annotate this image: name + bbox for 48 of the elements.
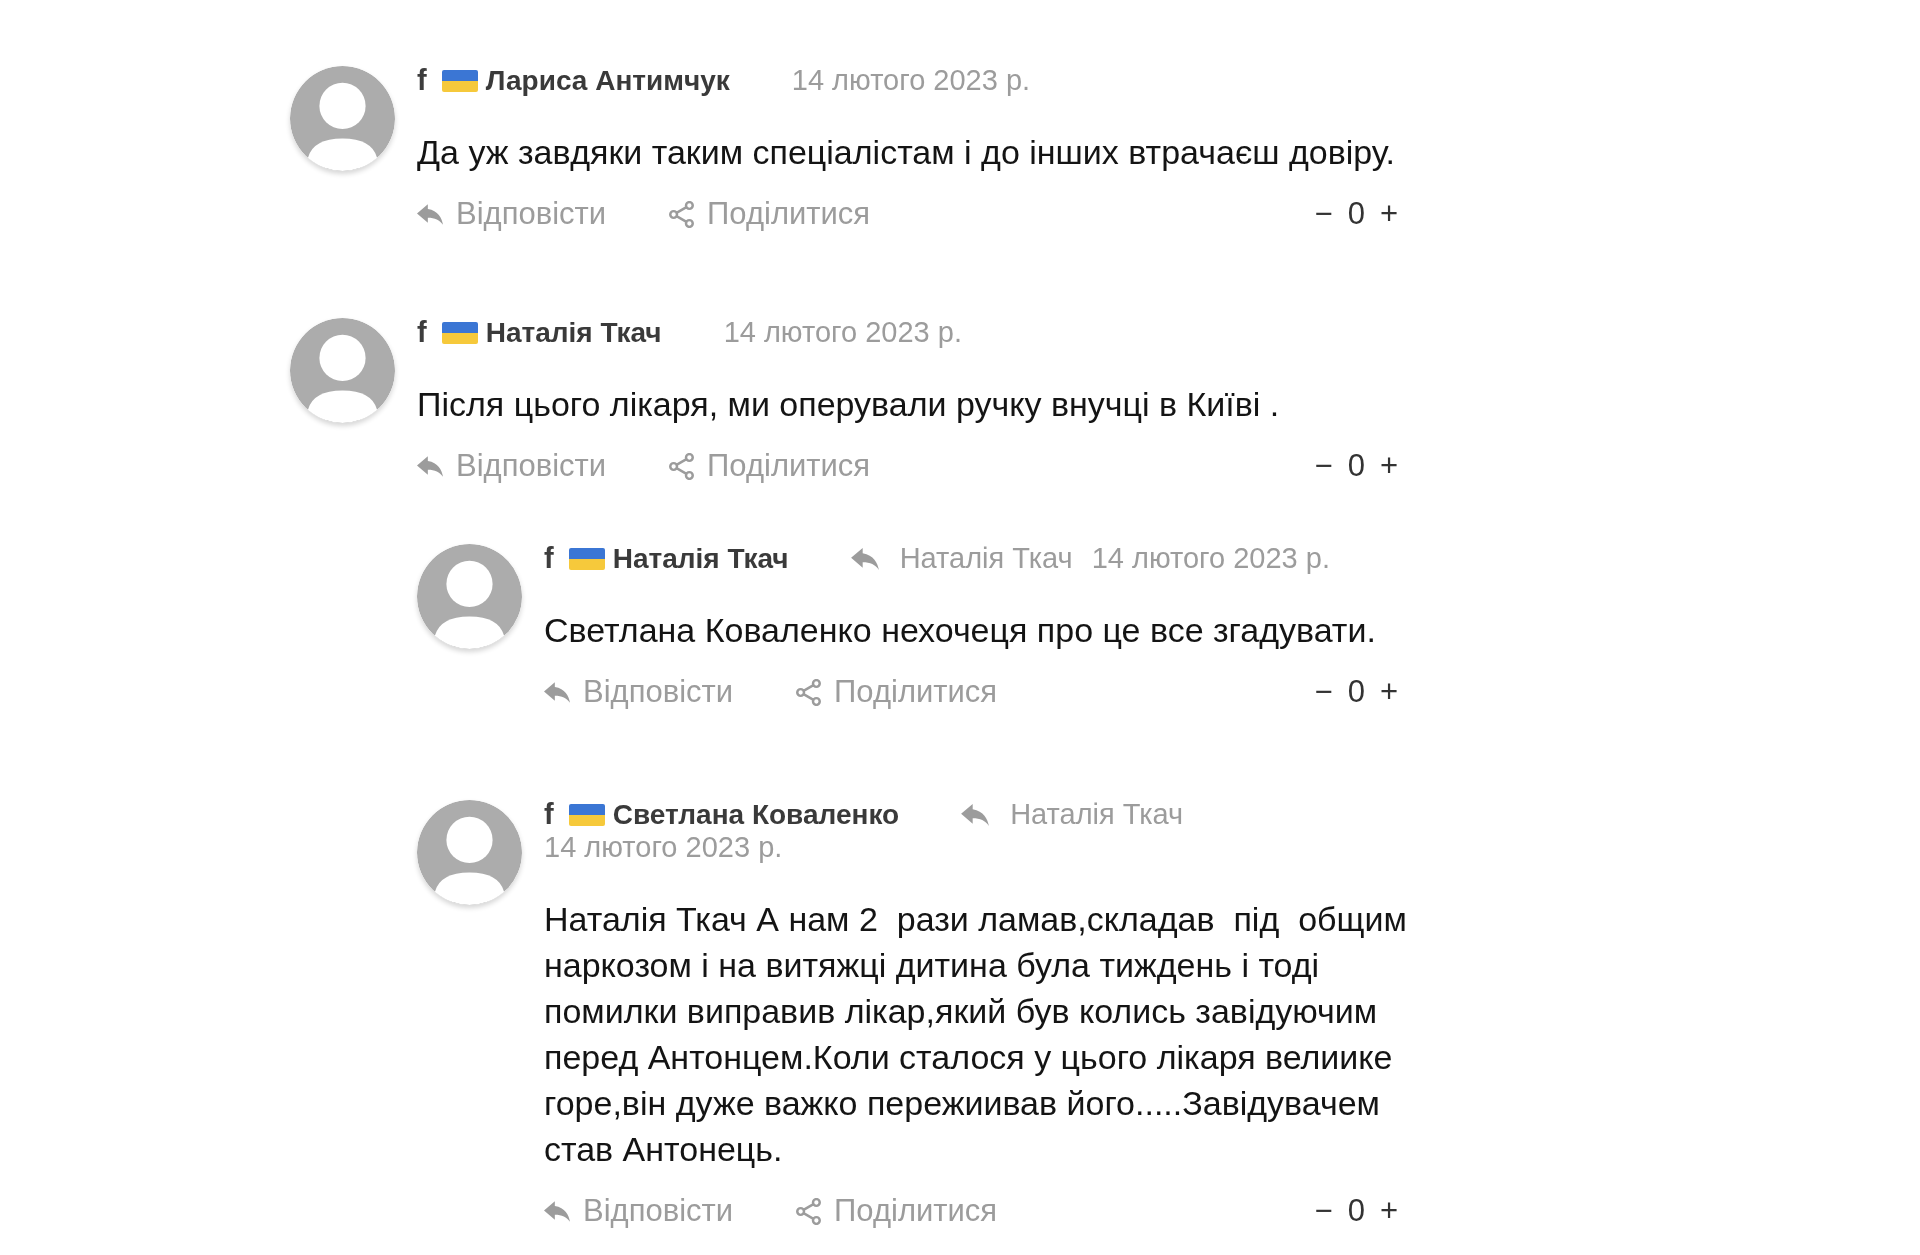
- reply-icon: [544, 681, 570, 703]
- downvote-button[interactable]: −: [1314, 448, 1333, 484]
- upvote-button[interactable]: +: [1379, 674, 1398, 710]
- downvote-button[interactable]: −: [1314, 674, 1333, 710]
- flag-icon: [441, 69, 478, 92]
- f-logo: f: [417, 64, 427, 97]
- share-icon: [795, 678, 823, 706]
- upvote-button[interactable]: +: [1379, 448, 1398, 484]
- avatar-icon: [417, 544, 522, 649]
- f-logo: f: [544, 542, 554, 575]
- avatar-icon: [290, 318, 395, 423]
- comment-text: Светлана Коваленко нехочеця про це все згадувати.: [544, 610, 1377, 651]
- author-name: Лариса Антимчук: [485, 64, 730, 97]
- f-logo: f: [544, 798, 554, 831]
- flag-icon: [568, 547, 605, 570]
- vote-count: 0: [1347, 448, 1365, 484]
- comment-date: 14 лютого 2023 р.: [1091, 542, 1330, 575]
- comment-date: 14 лютого 2023 р.: [791, 64, 1031, 97]
- comment-date: 14 лютого 2023 р.: [723, 316, 962, 349]
- share-icon: [795, 1197, 823, 1225]
- author-name: Наталія Ткач: [485, 316, 662, 349]
- vote-count: 0: [1347, 196, 1365, 232]
- reply-icon: [417, 455, 443, 477]
- reply-icon: [417, 203, 443, 225]
- comment-text: Наталія Ткач А нам 2 рази ламав,складав під общим наркозом і на витяжці дитина була тиждень і тоді помилки виправив лікар,який був колись завідуючим перед Антонцем.Коли сталося у цього лікаря велиике горе,він дуже важко пережиивав його.....Завідувачем став Антонець.: [544, 899, 1408, 1170]
- reply-arrow-icon: [850, 547, 879, 570]
- share-icon: [668, 452, 696, 480]
- reply-to-name: Наталія Ткач: [1010, 798, 1184, 831]
- f-logo: f: [417, 316, 427, 349]
- flag-icon: [568, 803, 605, 826]
- flag-icon: [441, 321, 478, 344]
- upvote-button[interactable]: +: [1379, 196, 1398, 232]
- comment-text: Да уж завдяки таким спеціалістам і до інших втрачаєш довіру.: [417, 132, 1396, 173]
- reply-arrow-icon: [961, 803, 990, 826]
- author-name: Светлана Коваленко: [612, 798, 900, 831]
- vote-count: 0: [1347, 674, 1365, 710]
- downvote-button[interactable]: −: [1314, 196, 1333, 232]
- reply-icon: [544, 1200, 570, 1222]
- comment-date: 14 лютого 2023 р.: [544, 831, 783, 864]
- comment-text: Після цього лікаря, ми оперували ручку внучці в Київі .: [417, 384, 1281, 425]
- avatar-icon: [417, 800, 522, 905]
- downvote-button[interactable]: −: [1314, 1193, 1333, 1229]
- share-icon: [668, 200, 696, 228]
- avatar-icon: [290, 66, 395, 171]
- author-name: Наталія Ткач: [612, 542, 789, 575]
- upvote-button[interactable]: +: [1379, 1193, 1398, 1229]
- vote-count: 0: [1347, 1193, 1365, 1229]
- reply-to-name: Наталія Ткач: [899, 542, 1073, 575]
